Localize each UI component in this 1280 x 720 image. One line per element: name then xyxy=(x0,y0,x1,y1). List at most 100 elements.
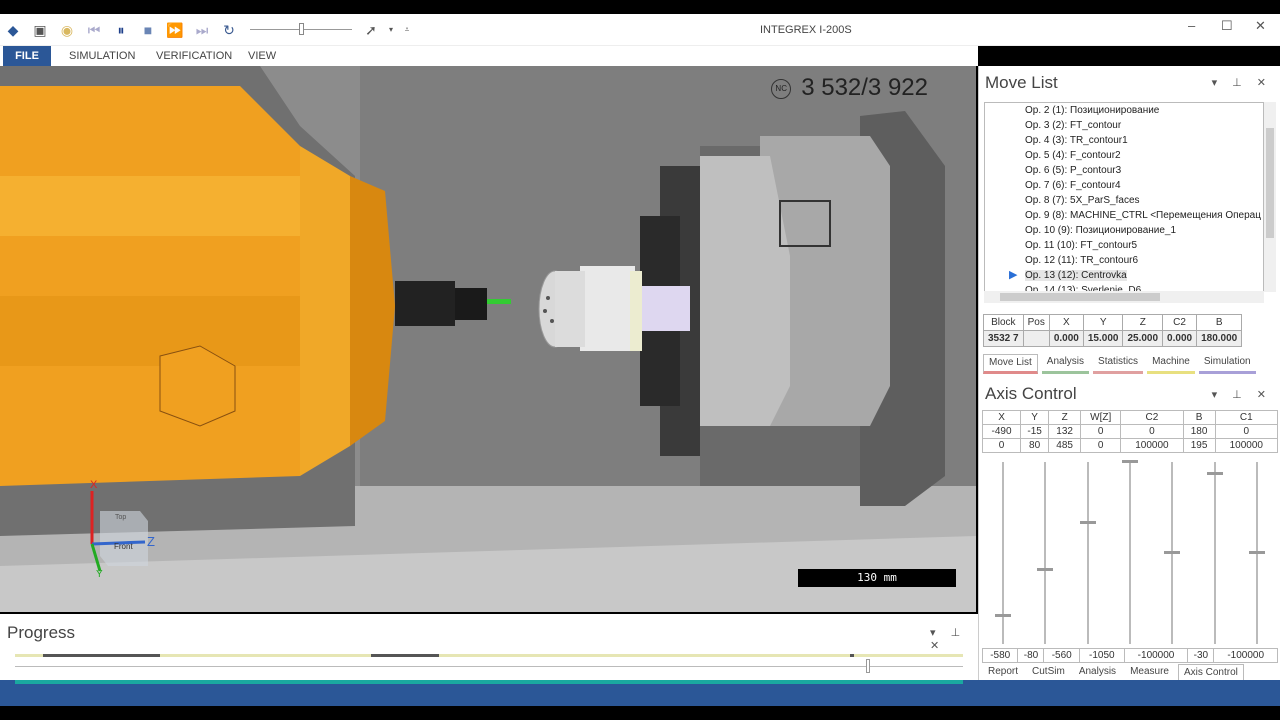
move-list-item[interactable]: Op. 5 (4): F_contour2 xyxy=(985,148,1263,163)
axis-max-cell: 100000 xyxy=(1214,438,1279,453)
move-list-item-label: Op. 4 (3): TR_contour1 xyxy=(1025,135,1128,146)
axis-max-cell: 485 xyxy=(1048,438,1082,453)
axis-control-title: Axis Control xyxy=(985,384,1077,403)
tab-analysis[interactable]: Analysis xyxy=(1041,354,1090,374)
nc-counter: NC 3 532/3 922 xyxy=(771,74,928,102)
menu-simulation[interactable]: SIMULATION xyxy=(59,46,145,66)
workpiece xyxy=(580,266,635,351)
nc-icon: NC xyxy=(771,78,792,99)
axis-slider-z[interactable] xyxy=(1079,462,1096,644)
move-list-tree[interactable]: Op. 2 (1): Позиционирование Op. 3 (2): FT… xyxy=(984,102,1264,292)
axis-axes-cell: Y xyxy=(1020,410,1050,425)
axis-slider-y[interactable] xyxy=(1037,462,1054,644)
move-list-item[interactable]: Op. 9 (8): MACHINE_CTRL <Перемещения Опе… xyxy=(985,208,1263,223)
progress-panel: Progress ▾ ⊥ ✕ xyxy=(0,614,978,680)
current-op-arrow-icon: ▶ xyxy=(1009,269,1018,281)
progress-title: Progress xyxy=(7,623,76,642)
axis-current-cell: 0 xyxy=(1120,424,1184,439)
top-black-bar xyxy=(0,0,1280,14)
move-list-item[interactable]: Op. 11 (10): FT_contour5 xyxy=(985,238,1263,253)
move-list-item[interactable]: Op. 7 (6): F_contour4 xyxy=(985,178,1263,193)
axis-slider-c1[interactable] xyxy=(1248,462,1265,644)
menu-verification[interactable]: VERIFICATION xyxy=(146,46,242,66)
axis-slider-thumb[interactable] xyxy=(1206,472,1223,476)
loop-icon[interactable]: ↻ xyxy=(220,21,238,39)
progress-slider-thumb[interactable] xyxy=(866,659,871,673)
block-header: Y xyxy=(1082,314,1124,331)
axis-slider-thumb[interactable] xyxy=(1037,568,1054,572)
move-list-tabs: Move List Analysis Statistics Machine Simula… xyxy=(983,354,1260,374)
move-list-item[interactable]: Op. 6 (5): P_contour3 xyxy=(985,163,1263,178)
axis-axes-cell: X xyxy=(981,410,1022,425)
block-header: Pos xyxy=(1022,314,1050,331)
progress-slider[interactable] xyxy=(15,659,963,673)
block-value: 3532 7 xyxy=(983,330,1024,347)
move-list-item[interactable]: Op. 8 (7): 5X_ParS_faces xyxy=(985,193,1263,208)
open-icon[interactable]: ◉ xyxy=(58,21,76,39)
stop-icon[interactable]: ■ xyxy=(139,21,157,39)
axis-min-cell: -560 xyxy=(1043,648,1080,663)
move-list-vscroll[interactable] xyxy=(1264,102,1276,292)
axis-min-cell: -100000 xyxy=(1123,648,1189,663)
block-value xyxy=(1022,330,1050,347)
tab-statistics[interactable]: Statistics xyxy=(1093,354,1144,374)
triad-front-label[interactable]: Front xyxy=(114,542,133,551)
move-list-item[interactable]: Op. 10 (9): Позиционирование_1 xyxy=(985,223,1263,238)
move-list-item[interactable]: ▶ Op. 13 (12): Centrovka xyxy=(985,268,1263,283)
move-list-title: Move List xyxy=(985,73,1058,92)
move-list-item[interactable]: Op. 3 (2): FT_contour xyxy=(985,118,1263,133)
axis-current-cell: 180 xyxy=(1182,424,1216,439)
customize-toolbar-icon[interactable]: ⩡ xyxy=(398,21,416,39)
axis-axes-cell: C2 xyxy=(1120,410,1184,425)
axis-axes-cell: C1 xyxy=(1214,410,1279,425)
axis-values-table: X Y Z W[Z] C2 B C1 -490 -15 132 0 0 180 0 0 80 485 0 10000… xyxy=(981,410,1279,453)
axis-slider-thumb[interactable] xyxy=(1248,551,1265,554)
tab-move-list[interactable]: Move List xyxy=(983,354,1038,374)
3d-viewport[interactable]: X Z Y Top Front NC 3 532/3 922 130 mm xyxy=(0,66,976,612)
axis-slider-thumb[interactable] xyxy=(1079,521,1096,525)
pointer-icon[interactable]: ➚ xyxy=(362,21,380,39)
axis-slider-thumb[interactable] xyxy=(995,613,1012,617)
axis-slider-x[interactable] xyxy=(995,462,1012,644)
save-icon[interactable]: ▣ xyxy=(31,21,49,39)
tab-machine[interactable]: Machine xyxy=(1147,354,1195,374)
block-position-table: Block Pos X Y Z C2 B 3532 7 0.000 15.000 25.000 0.0… xyxy=(983,314,1243,347)
move-list-item-label: Op. 2 (1): Позиционирование xyxy=(1025,105,1160,116)
move-list-item-label: Op. 13 (12): Centrovka xyxy=(1025,270,1127,281)
fast-forward-icon[interactable]: ⏭ xyxy=(193,21,211,39)
menu-view[interactable]: VIEW xyxy=(238,46,286,66)
triad-z-label: Z xyxy=(147,534,155,549)
axis-max-cell: 100000 xyxy=(1120,438,1184,453)
move-list-panel-controls[interactable]: ▾ ⊥ ✕ xyxy=(1212,76,1272,89)
progress-panel-controls[interactable]: ▾ ⊥ ✕ xyxy=(930,626,978,652)
speed-slider-thumb[interactable] xyxy=(298,23,304,35)
triad-x-label: X xyxy=(90,479,98,491)
axis-slider-wz[interactable] xyxy=(1122,460,1138,644)
move-list-hscroll[interactable] xyxy=(984,291,1264,303)
triad-y-label: Y xyxy=(96,569,103,580)
axis-min-cell: -30 xyxy=(1187,648,1215,663)
speed-slider[interactable] xyxy=(250,23,352,35)
axis-slider-thumb[interactable] xyxy=(1122,460,1138,463)
move-list-item[interactable]: Op. 4 (3): TR_contour1 xyxy=(985,133,1263,148)
step-forward-icon[interactable]: ⏩ xyxy=(166,21,184,39)
move-list-item[interactable]: Op. 12 (11): TR_contour6 xyxy=(985,253,1263,268)
pause-icon[interactable]: ⏸ xyxy=(112,21,130,39)
operation-timeline[interactable] xyxy=(15,654,963,657)
move-list-item[interactable]: Op. 2 (1): Позиционирование xyxy=(985,103,1263,118)
tab-simulation[interactable]: Simulation xyxy=(1198,354,1256,374)
close-window-button[interactable]: ✕ xyxy=(1255,18,1266,34)
block-value: 15.000 xyxy=(1082,330,1124,347)
right-panel: Move List ▾ ⊥ ✕ Op. 2 (1): Позиционирова… xyxy=(978,66,1280,684)
axis-control-panel-controls[interactable]: ▾ ⊥ ✕ xyxy=(1212,388,1272,401)
app-icon[interactable]: ◆ xyxy=(4,21,22,39)
triad-top-label[interactable]: Top xyxy=(115,514,126,521)
rewind-icon[interactable]: ⏮ xyxy=(85,21,103,39)
maximize-button[interactable]: ☐ xyxy=(1221,18,1233,34)
menu-file[interactable]: FILE xyxy=(3,46,51,66)
minimize-button[interactable]: – xyxy=(1188,18,1195,33)
axis-slider-thumb[interactable] xyxy=(1164,551,1181,554)
axis-slider-b[interactable] xyxy=(1206,462,1223,644)
axis-slider-c2[interactable] xyxy=(1164,462,1181,644)
axis-min-cell: -100000 xyxy=(1213,648,1278,663)
